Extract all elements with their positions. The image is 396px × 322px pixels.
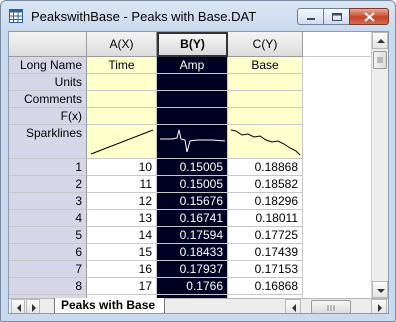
data-cell-b[interactable]: 0.15676 — [157, 193, 228, 210]
data-cell-b[interactable]: 0.15005 — [157, 176, 228, 193]
empty-header-area — [303, 32, 371, 57]
data-cell-b[interactable]: 0.17937 — [157, 261, 228, 278]
fx-cell[interactable] — [228, 108, 303, 125]
row-label-fx[interactable]: F(x) — [9, 108, 87, 125]
scroll-up-button[interactable] — [372, 32, 388, 49]
close-icon — [364, 12, 375, 22]
row-label-long-name[interactable]: Long Name — [9, 57, 87, 74]
data-cell-a[interactable]: 14 — [87, 227, 157, 244]
data-cell-a[interactable]: 11 — [87, 176, 157, 193]
data-cell-b[interactable]: 0.15005 — [157, 159, 228, 176]
scroll-right-button[interactable] — [371, 299, 387, 313]
data-cell-c[interactable]: 0.16868 — [228, 278, 303, 295]
data-cell-a[interactable]: 13 — [87, 210, 157, 227]
scroll-left-button[interactable] — [285, 299, 301, 313]
scroll-down-button[interactable] — [372, 281, 388, 298]
row-number[interactable]: 5 — [9, 227, 87, 244]
worksheet-window: PeakswithBase - Peaks with Base.DAT A(X)… — [0, 0, 396, 322]
comments-cell[interactable] — [87, 91, 157, 108]
tab-peaks-with-base[interactable]: Peaks with Base — [54, 298, 165, 313]
arrow-down-icon — [377, 289, 385, 293]
sparkline-cell[interactable] — [228, 125, 303, 159]
sparkline-peak-icon — [160, 129, 226, 153]
data-cell-a[interactable]: 10 — [87, 159, 157, 176]
column-header-c[interactable]: C(Y) — [228, 32, 303, 57]
row-number[interactable]: 2 — [9, 176, 87, 193]
long-name-cell[interactable]: Amp — [157, 57, 228, 74]
column-header-a[interactable]: A(X) — [87, 32, 157, 57]
row-number[interactable]: 6 — [9, 244, 87, 261]
select-all-corner[interactable] — [9, 32, 87, 57]
tab-scroll-left-button[interactable] — [11, 299, 25, 313]
comments-cell[interactable] — [157, 91, 228, 108]
close-button[interactable] — [349, 8, 389, 25]
sparkline-wave-icon — [230, 129, 301, 156]
row-label-sparklines[interactable]: Sparklines — [9, 125, 87, 159]
sparkline-cell[interactable] — [87, 125, 157, 159]
arrow-right-icon — [378, 304, 382, 312]
data-cell-a[interactable]: 16 — [87, 261, 157, 278]
data-cell-b[interactable]: 0.17594 — [157, 227, 228, 244]
arrow-left-icon — [17, 304, 21, 312]
maximize-button[interactable] — [323, 8, 350, 25]
data-cell-b[interactable]: 0.1766 — [157, 278, 228, 295]
fx-cell[interactable] — [157, 108, 228, 125]
minimize-icon — [307, 18, 315, 20]
title-bar[interactable]: PeakswithBase - Peaks with Base.DAT — [1, 1, 395, 31]
data-cell-a[interactable]: 17 — [87, 278, 157, 295]
tab-scroll-right-button[interactable] — [26, 299, 40, 313]
comments-cell[interactable] — [228, 91, 303, 108]
worksheet-icon — [9, 9, 23, 23]
vertical-scroll-thumb[interactable] — [373, 51, 387, 69]
units-cell[interactable] — [228, 74, 303, 91]
sparkline-line-icon — [90, 129, 154, 155]
maximize-icon — [332, 13, 342, 21]
data-cell-c[interactable]: 0.17725 — [228, 227, 303, 244]
data-cell-a[interactable]: 15 — [87, 244, 157, 261]
worksheet-grid: A(X) B(Y) C(Y) Long Name Time Amp Base U… — [8, 31, 389, 314]
long-name-cell[interactable]: Time — [87, 57, 157, 74]
data-cell-c[interactable]: 0.18582 — [228, 176, 303, 193]
data-cell-c[interactable]: 0.17153 — [228, 261, 303, 278]
units-cell[interactable] — [157, 74, 228, 91]
row-number[interactable]: 1 — [9, 159, 87, 176]
data-cell-a[interactable]: 12 — [87, 193, 157, 210]
row-label-comments[interactable]: Comments — [9, 91, 87, 108]
long-name-cell[interactable]: Base — [228, 57, 303, 74]
data-cell-c[interactable]: 0.18011 — [228, 210, 303, 227]
data-cell-c[interactable]: 0.18296 — [228, 193, 303, 210]
data-cell-c[interactable]: 0.18868 — [228, 159, 303, 176]
data-cell-c[interactable]: 0.17439 — [228, 244, 303, 261]
row-label-units[interactable]: Units — [9, 74, 87, 91]
horizontal-scrollbar[interactable] — [285, 299, 388, 313]
fx-cell[interactable] — [87, 108, 157, 125]
arrow-right-icon — [32, 304, 36, 312]
arrow-up-icon — [377, 39, 385, 43]
minimize-button[interactable] — [297, 8, 324, 25]
data-cell-b[interactable]: 0.16741 — [157, 210, 228, 227]
sheet-tab-bar: Peaks with Base — [9, 298, 388, 313]
horizontal-scroll-thumb[interactable] — [311, 300, 351, 313]
row-number[interactable]: 4 — [9, 210, 87, 227]
row-number[interactable]: 7 — [9, 261, 87, 278]
units-cell[interactable] — [87, 74, 157, 91]
row-number[interactable]: 8 — [9, 278, 87, 295]
vertical-scrollbar[interactable] — [371, 32, 388, 298]
sparkline-cell[interactable] — [157, 125, 228, 159]
window-title: PeakswithBase - Peaks with Base.DAT — [31, 9, 257, 24]
data-cell-b[interactable]: 0.18433 — [157, 244, 228, 261]
arrow-left-icon — [292, 304, 296, 312]
row-number[interactable]: 3 — [9, 193, 87, 210]
column-header-b[interactable]: B(Y) — [157, 32, 228, 57]
